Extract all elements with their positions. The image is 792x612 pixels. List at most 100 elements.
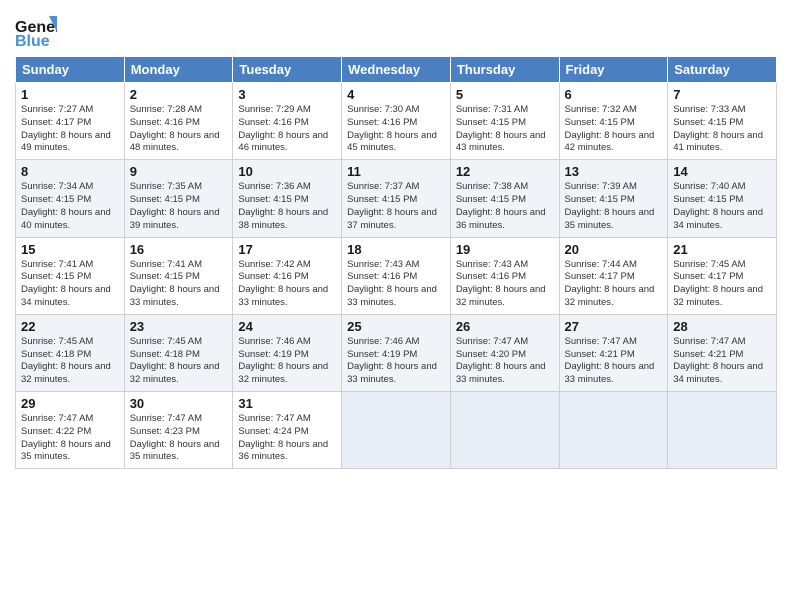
day-number: 26	[456, 319, 554, 334]
header-monday: Monday	[124, 57, 233, 83]
calendar-cell: 18Sunrise: 7:43 AMSunset: 4:16 PMDayligh…	[342, 237, 451, 314]
calendar-cell: 7 Sunrise: 7:33 AMSunset: 4:15 PMDaylight…	[668, 83, 777, 160]
calendar-cell	[559, 392, 668, 469]
day-number: 30	[130, 396, 228, 411]
calendar-cell: 30 Sunrise: 7:47 AMSunset: 4:23 PMDayligh…	[124, 392, 233, 469]
day-info: Sunrise: 7:41 AMSunset: 4:15 PMDaylight:…	[21, 259, 119, 310]
day-info: Sunrise: 7:47 AMSunset: 4:21 PMDaylight:…	[673, 336, 771, 387]
calendar-cell: 14 Sunrise: 7:40 AMSunset: 4:15 PMDayligh…	[668, 160, 777, 237]
calendar-week-row: 1 Sunrise: 7:27 AMSunset: 4:17 PMDaylight…	[16, 83, 777, 160]
calendar-cell: 21 Sunrise: 7:45 AMSunset: 4:17 PMDayligh…	[668, 237, 777, 314]
day-info: Sunrise: 7:45 AMSunset: 4:18 PMDaylight:…	[130, 336, 228, 387]
calendar-cell: 5Sunrise: 7:31 AMSunset: 4:15 PMDaylight…	[450, 83, 559, 160]
day-number: 19	[456, 242, 554, 257]
calendar-cell: 3 Sunrise: 7:29 AMSunset: 4:16 PMDaylight…	[233, 83, 342, 160]
day-number: 15	[21, 242, 119, 257]
day-info: Sunrise: 7:32 AMSunset: 4:15 PMDaylight:…	[565, 104, 663, 155]
day-info: Sunrise: 7:31 AMSunset: 4:15 PMDaylight:…	[456, 104, 554, 155]
day-info: Sunrise: 7:46 AMSunset: 4:19 PMDaylight:…	[347, 336, 445, 387]
day-number: 9	[130, 164, 228, 179]
calendar-cell: 27 Sunrise: 7:47 AMSunset: 4:21 PMDayligh…	[559, 314, 668, 391]
calendar-cell: 19 Sunrise: 7:43 AMSunset: 4:16 PMDayligh…	[450, 237, 559, 314]
day-info: Sunrise: 7:37 AMSunset: 4:15 PMDaylight:…	[347, 181, 445, 232]
day-number: 12	[456, 164, 554, 179]
day-number: 4	[347, 87, 445, 102]
day-info: Sunrise: 7:30 AMSunset: 4:16 PMDaylight:…	[347, 104, 445, 155]
calendar-cell: 4 Sunrise: 7:30 AMSunset: 4:16 PMDaylight…	[342, 83, 451, 160]
day-info: Sunrise: 7:47 AMSunset: 4:22 PMDaylight:…	[21, 413, 119, 464]
day-number: 7	[673, 87, 771, 102]
calendar-cell: 8Sunrise: 7:34 AMSunset: 4:15 PMDaylight…	[16, 160, 125, 237]
page-header: General Blue	[15, 10, 777, 50]
calendar-header-row: SundayMondayTuesdayWednesdayThursdayFrid…	[16, 57, 777, 83]
header-wednesday: Wednesday	[342, 57, 451, 83]
day-info: Sunrise: 7:42 AMSunset: 4:16 PMDaylight:…	[238, 259, 336, 310]
calendar-cell: 6 Sunrise: 7:32 AMSunset: 4:15 PMDaylight…	[559, 83, 668, 160]
calendar-cell: 22 Sunrise: 7:45 AMSunset: 4:18 PMDayligh…	[16, 314, 125, 391]
calendar-week-row: 22 Sunrise: 7:45 AMSunset: 4:18 PMDayligh…	[16, 314, 777, 391]
day-number: 28	[673, 319, 771, 334]
calendar-cell	[342, 392, 451, 469]
header-sunday: Sunday	[16, 57, 125, 83]
day-number: 1	[21, 87, 119, 102]
day-number: 24	[238, 319, 336, 334]
calendar-cell: 9Sunrise: 7:35 AMSunset: 4:15 PMDaylight…	[124, 160, 233, 237]
calendar-cell	[668, 392, 777, 469]
day-number: 2	[130, 87, 228, 102]
day-info: Sunrise: 7:47 AMSunset: 4:21 PMDaylight:…	[565, 336, 663, 387]
day-info: Sunrise: 7:44 AMSunset: 4:17 PMDaylight:…	[565, 259, 663, 310]
day-number: 29	[21, 396, 119, 411]
calendar-week-row: 29 Sunrise: 7:47 AMSunset: 4:22 PMDayligh…	[16, 392, 777, 469]
day-number: 22	[21, 319, 119, 334]
day-number: 17	[238, 242, 336, 257]
calendar-cell: 10 Sunrise: 7:36 AMSunset: 4:15 PMDayligh…	[233, 160, 342, 237]
day-info: Sunrise: 7:47 AMSunset: 4:24 PMDaylight:…	[238, 413, 336, 464]
calendar-cell: 26 Sunrise: 7:47 AMSunset: 4:20 PMDayligh…	[450, 314, 559, 391]
day-number: 27	[565, 319, 663, 334]
day-info: Sunrise: 7:46 AMSunset: 4:19 PMDaylight:…	[238, 336, 336, 387]
day-info: Sunrise: 7:41 AMSunset: 4:15 PMDaylight:…	[130, 259, 228, 310]
calendar-cell: 29 Sunrise: 7:47 AMSunset: 4:22 PMDayligh…	[16, 392, 125, 469]
day-number: 10	[238, 164, 336, 179]
calendar-week-row: 15 Sunrise: 7:41 AMSunset: 4:15 PMDayligh…	[16, 237, 777, 314]
day-info: Sunrise: 7:27 AMSunset: 4:17 PMDaylight:…	[21, 104, 119, 155]
calendar-cell: 1 Sunrise: 7:27 AMSunset: 4:17 PMDaylight…	[16, 83, 125, 160]
calendar-cell: 16Sunrise: 7:41 AMSunset: 4:15 PMDayligh…	[124, 237, 233, 314]
day-number: 23	[130, 319, 228, 334]
calendar-cell: 2Sunrise: 7:28 AMSunset: 4:16 PMDaylight…	[124, 83, 233, 160]
day-number: 3	[238, 87, 336, 102]
day-number: 20	[565, 242, 663, 257]
day-number: 18	[347, 242, 445, 257]
day-info: Sunrise: 7:47 AMSunset: 4:20 PMDaylight:…	[456, 336, 554, 387]
header-friday: Friday	[559, 57, 668, 83]
day-info: Sunrise: 7:45 AMSunset: 4:17 PMDaylight:…	[673, 259, 771, 310]
calendar-cell: 23 Sunrise: 7:45 AMSunset: 4:18 PMDayligh…	[124, 314, 233, 391]
day-info: Sunrise: 7:47 AMSunset: 4:23 PMDaylight:…	[130, 413, 228, 464]
header-thursday: Thursday	[450, 57, 559, 83]
day-info: Sunrise: 7:40 AMSunset: 4:15 PMDaylight:…	[673, 181, 771, 232]
day-number: 6	[565, 87, 663, 102]
day-info: Sunrise: 7:38 AMSunset: 4:15 PMDaylight:…	[456, 181, 554, 232]
day-info: Sunrise: 7:33 AMSunset: 4:15 PMDaylight:…	[673, 104, 771, 155]
day-info: Sunrise: 7:45 AMSunset: 4:18 PMDaylight:…	[21, 336, 119, 387]
calendar-cell: 17 Sunrise: 7:42 AMSunset: 4:16 PMDayligh…	[233, 237, 342, 314]
day-number: 31	[238, 396, 336, 411]
day-number: 14	[673, 164, 771, 179]
day-info: Sunrise: 7:29 AMSunset: 4:16 PMDaylight:…	[238, 104, 336, 155]
logo: General Blue	[15, 14, 57, 50]
day-info: Sunrise: 7:36 AMSunset: 4:15 PMDaylight:…	[238, 181, 336, 232]
calendar-cell: 13Sunrise: 7:39 AMSunset: 4:15 PMDayligh…	[559, 160, 668, 237]
calendar-cell: 24 Sunrise: 7:46 AMSunset: 4:19 PMDayligh…	[233, 314, 342, 391]
header-tuesday: Tuesday	[233, 57, 342, 83]
calendar-cell: 12 Sunrise: 7:38 AMSunset: 4:15 PMDayligh…	[450, 160, 559, 237]
logo-icon: General Blue	[15, 14, 57, 50]
day-number: 25	[347, 319, 445, 334]
svg-text:Blue: Blue	[15, 33, 50, 50]
day-info: Sunrise: 7:43 AMSunset: 4:16 PMDaylight:…	[456, 259, 554, 310]
day-number: 8	[21, 164, 119, 179]
calendar-table: SundayMondayTuesdayWednesdayThursdayFrid…	[15, 56, 777, 469]
header-saturday: Saturday	[668, 57, 777, 83]
calendar-cell: 31 Sunrise: 7:47 AMSunset: 4:24 PMDayligh…	[233, 392, 342, 469]
day-number: 21	[673, 242, 771, 257]
day-number: 13	[565, 164, 663, 179]
